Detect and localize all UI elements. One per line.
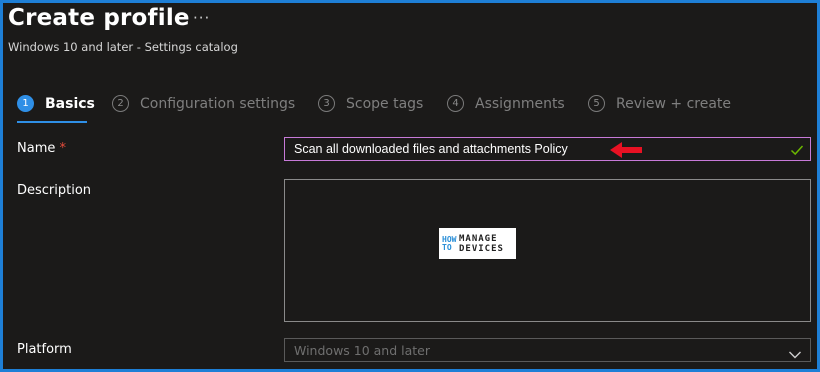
step-review-create[interactable]: 5 Review + create [588,95,731,112]
page-title: Create profile [8,5,190,31]
logo-how-to: HOW TO [442,235,456,252]
name-input[interactable]: Scan all downloaded files and attachment… [284,137,811,161]
step-number: 1 [17,95,34,112]
more-options-button[interactable]: ··· [193,9,210,27]
step-number: 4 [447,95,464,112]
step-number: 2 [112,95,129,112]
platform-field-label: Platform [17,342,72,357]
step-label: Review + create [616,95,732,112]
platform-selected-value: Windows 10 and later [294,342,431,358]
step-basics[interactable]: 1 Basics [17,95,95,112]
chevron-down-icon [788,345,802,364]
name-field-label: Name * [17,141,66,156]
required-indicator: * [59,141,67,156]
logo-wordmark: MANAGE DEVICES [459,234,504,254]
logo-manage-text: MANAGE [459,233,498,244]
step-scope-tags[interactable]: 3 Scope tags [318,95,423,112]
platform-dropdown[interactable]: Windows 10 and later [284,338,811,362]
step-label: Configuration settings [140,95,296,112]
active-step-underline [17,121,87,123]
how-to-manage-devices-logo: HOW TO MANAGE DEVICES [439,228,516,259]
logo-devices-text: DEVICES [459,243,504,254]
step-number: 5 [588,95,605,112]
step-label: Scope tags [346,95,424,112]
logo-to-text: TO [442,242,452,252]
step-label: Assignments [475,95,565,112]
step-configuration-settings[interactable]: 2 Configuration settings [112,95,295,112]
description-field-label: Description [17,183,92,198]
step-number: 3 [318,95,335,112]
checkmark-icon [790,142,804,161]
name-input-value: Scan all downloaded files and attachment… [294,142,568,156]
step-label: Basics [45,95,95,112]
step-assignments[interactable]: 4 Assignments [447,95,565,112]
red-arrow-icon [608,140,644,164]
page-subtitle: Windows 10 and later - Settings catalog [8,40,238,54]
create-profile-panel: Create profile ··· Windows 10 and later … [0,0,820,372]
name-label-text: Name [17,141,56,156]
description-textarea[interactable] [284,179,811,322]
